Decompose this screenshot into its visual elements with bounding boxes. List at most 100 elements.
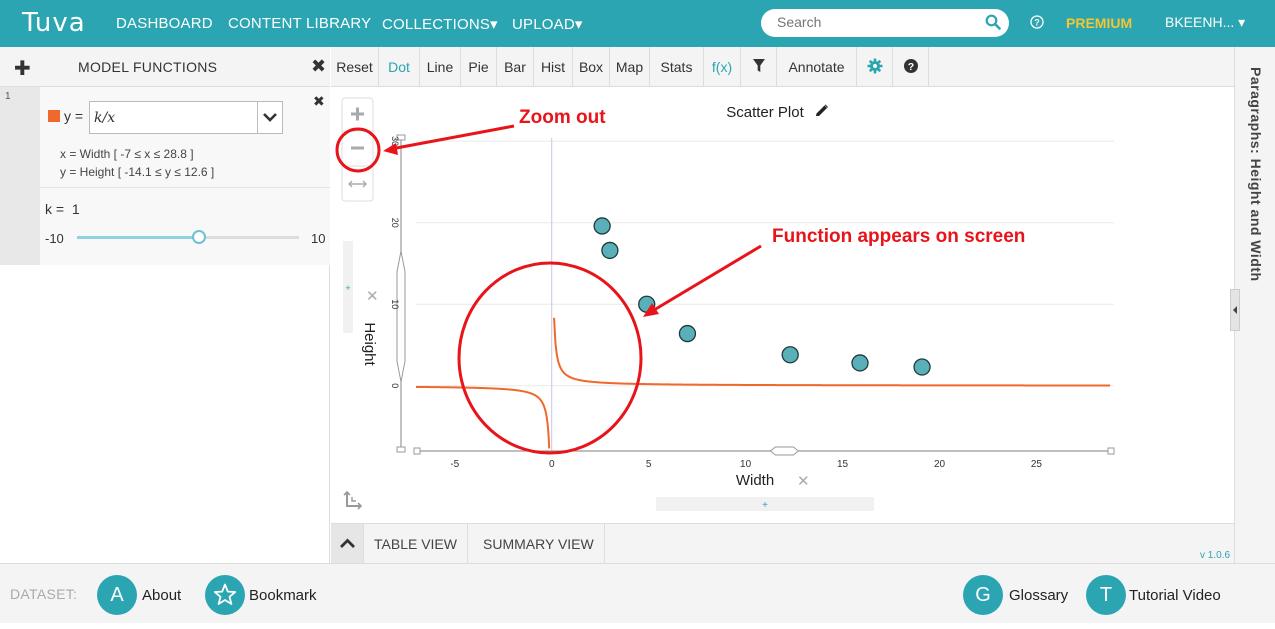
x-axis-label[interactable]: Width	[736, 472, 774, 489]
search-input[interactable]	[777, 14, 977, 30]
x-range-text: x = Width [ -7 ≤ x ≤ 28.8 ]	[60, 147, 194, 161]
settings-button[interactable]	[857, 47, 893, 87]
slider-max-label: 10	[311, 231, 326, 246]
y-axis-pan-handle	[396, 251, 406, 382]
k-slider-track[interactable]	[77, 230, 299, 244]
chart-title[interactable]: Scatter Plot	[726, 104, 804, 121]
x-tick-label: 15	[837, 459, 849, 470]
data-point	[851, 354, 869, 372]
graph-area[interactable]: + + Scatter Plot 0 10 20 30 -5 0 5 10 15 20 25 Wid…	[331, 88, 1234, 523]
data-point	[601, 241, 619, 260]
box-button[interactable]: Box	[573, 47, 610, 87]
y-axis-min-handle	[396, 446, 406, 453]
tutorial-video-icon[interactable]: T	[1086, 575, 1126, 615]
tab-summary-view[interactable]: SUMMARY VIEW	[473, 524, 605, 564]
axis-swap-icon[interactable]	[343, 490, 363, 510]
tuva-logo[interactable]: Tuva	[22, 8, 86, 38]
annotate-button[interactable]: Annotate	[777, 47, 857, 87]
x-tick-label: 25	[1031, 459, 1043, 470]
slider-label: k = 1	[45, 201, 80, 217]
function-index: 1	[5, 91, 11, 102]
k-slider-thumb[interactable]	[192, 230, 207, 244]
slider-min-label: -10	[45, 231, 64, 246]
function-color-swatch[interactable]	[48, 110, 60, 122]
stats-button[interactable]: Stats	[650, 47, 704, 87]
filter-button[interactable]	[741, 47, 777, 87]
help-button[interactable]: ?	[893, 47, 929, 87]
filter-icon	[752, 59, 765, 72]
data-point	[593, 217, 611, 235]
line-button[interactable]: Line	[420, 47, 461, 87]
bar-button[interactable]: Bar	[497, 47, 534, 87]
about-icon[interactable]: A	[97, 575, 137, 615]
zoom-out-annotation-text: Zoom out	[519, 107, 606, 128]
grid-lines	[416, 138, 1114, 451]
scatter-plot-svg[interactable]: + + Scatter Plot 0102030-5 0 5 10 15 20 25 Wid…	[331, 88, 1234, 523]
k-slider-fill	[77, 236, 200, 239]
user-menu[interactable]: BKEENH... ▾	[1165, 14, 1245, 31]
dot-button[interactable]: Dot	[379, 47, 420, 87]
fx-button[interactable]: f(x)	[704, 47, 741, 87]
search-icon[interactable]	[985, 14, 1001, 35]
bookmark-star-icon[interactable]	[205, 575, 245, 615]
nav-dashboard[interactable]: DASHBOARD	[116, 15, 213, 32]
add-y-attribute-icon[interactable]: +	[345, 283, 350, 293]
y-range-text: y = Height [ -14.1 ≤ y ≤ 12.6 ]	[60, 165, 215, 179]
function-annotation: Function appears on screen	[457, 226, 1025, 455]
nav-content-library[interactable]: CONTENT LIBRARY	[228, 15, 371, 32]
graph-toolbar: Reset Dot Line Pie Bar Hist Box Map Stat…	[331, 47, 1234, 87]
function-annotation-text: Function appears on screen	[772, 226, 1025, 247]
sidebar-expand-tab[interactable]	[1230, 289, 1240, 331]
about-link[interactable]: About	[142, 587, 181, 604]
bottom-tabs: TABLE VIEW SUMMARY VIEW v 1.0.6	[331, 523, 1234, 564]
y-tick-label: 10	[390, 299, 400, 309]
data-point	[781, 346, 799, 364]
function-dropdown-button[interactable]	[257, 101, 283, 134]
pie-button[interactable]: Pie	[461, 47, 497, 87]
premium-link[interactable]: PREMIUM	[1066, 15, 1132, 31]
zoom-out-annotation: Zoom out	[335, 107, 606, 173]
function-y-label: y =	[64, 108, 84, 124]
bookmark-link[interactable]: Bookmark	[249, 587, 317, 604]
function-expression-input[interactable]: k/x	[89, 101, 258, 134]
function-row: y = k/x ✖ x = Width [ -7 ≤ x ≤ 28.8 ] y …	[40, 87, 330, 265]
glossary-link[interactable]: Glossary	[1009, 587, 1068, 604]
close-panel-icon[interactable]: ✖	[311, 56, 326, 77]
panel-header: ✚ MODEL FUNCTIONS ✖	[0, 47, 330, 87]
top-nav-bar: Tuva DASHBOARD CONTENT LIBRARY COLLECTIO…	[0, 0, 1275, 47]
paragraphs-title[interactable]: Paragraphs: Height and Width	[1248, 67, 1264, 282]
x-axis-min-handle	[413, 447, 421, 455]
hist-button[interactable]: Hist	[534, 47, 573, 87]
divider	[40, 187, 330, 188]
add-function-icon[interactable]: ✚	[14, 56, 31, 81]
tutorial-video-link[interactable]: Tutorial Video	[1129, 587, 1221, 604]
right-sidebar: Paragraphs: Height and Width	[1230, 47, 1275, 563]
tab-table-view[interactable]: TABLE VIEW	[364, 524, 468, 564]
help-icon[interactable]: ?	[1030, 15, 1044, 29]
version-label: v 1.0.6	[1200, 550, 1231, 561]
reset-button[interactable]: Reset	[331, 47, 379, 87]
nav-upload[interactable]: UPLOAD▾	[512, 15, 583, 33]
edit-pencil-icon[interactable]	[816, 104, 828, 117]
y-tick-label: 0	[390, 383, 400, 388]
x-tick-label: 5	[646, 459, 652, 470]
chevron-left-icon	[1233, 306, 1237, 314]
zoom-controls	[341, 97, 374, 202]
remove-x-attribute-icon[interactable]: ✕	[797, 473, 810, 490]
toggle-bottom-panel-button[interactable]	[331, 524, 364, 564]
axes: 0102030-5 0 5 10 15 20 25	[390, 134, 1115, 470]
glossary-icon[interactable]: G	[963, 575, 1003, 615]
y-tick-label: 20	[390, 218, 400, 228]
remove-y-attribute-icon[interactable]: ✕	[366, 288, 379, 305]
map-button[interactable]: Map	[610, 47, 650, 87]
search-box[interactable]	[761, 9, 1009, 37]
x-tick-label: 10	[740, 459, 752, 470]
y-axis-label[interactable]: Height	[361, 322, 378, 366]
add-x-attribute-icon[interactable]: +	[762, 500, 768, 511]
chevron-up-icon	[340, 538, 355, 548]
svg-text:?: ?	[907, 61, 913, 73]
x-axis-max-handle	[1107, 447, 1115, 455]
nav-collections[interactable]: COLLECTIONS▾	[382, 15, 498, 33]
remove-function-icon[interactable]: ✖	[313, 93, 325, 110]
x-tick-label: 20	[934, 459, 946, 470]
